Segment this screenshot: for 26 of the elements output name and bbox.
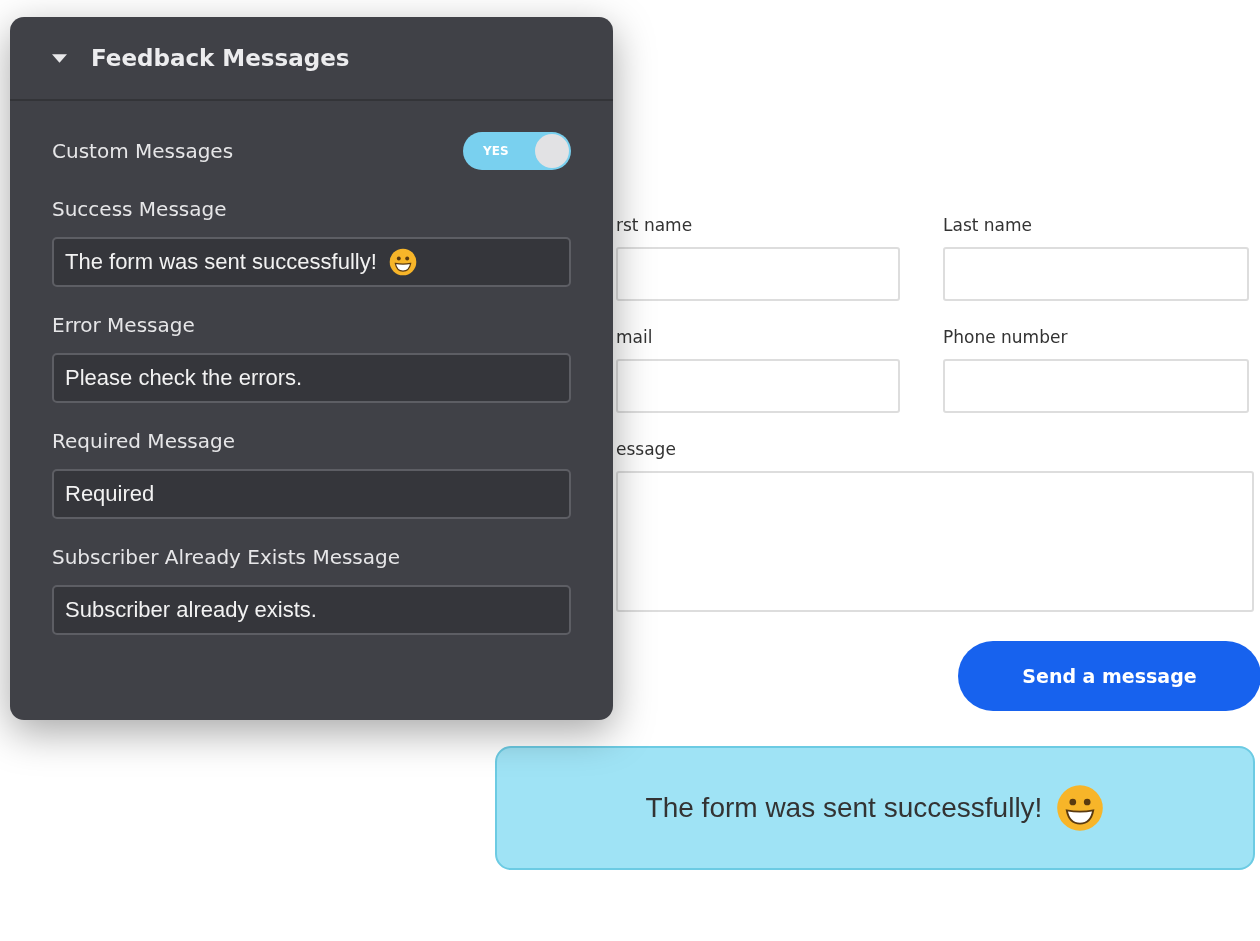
input-field[interactable]: The form was sent successfully! <box>52 237 571 287</box>
message-field[interactable] <box>616 471 1254 612</box>
input-field[interactable] <box>943 247 1249 301</box>
toast-text: The form was sent successfully! <box>645 792 1043 824</box>
smiley-icon <box>1056 784 1105 832</box>
input-field[interactable]: Required <box>52 469 571 519</box>
input-field[interactable]: Please check the errors. <box>52 353 571 403</box>
input-field[interactable] <box>616 359 900 413</box>
field-label: Subscriber Already Exists Message <box>52 545 402 569</box>
toggle-label: Custom Messages <box>52 139 234 163</box>
input-field[interactable] <box>943 359 1249 413</box>
smiley-icon <box>388 248 417 276</box>
caret-icon <box>52 53 67 63</box>
field-label: Success Message <box>52 197 228 221</box>
input-field[interactable]: Subscriber already exists. <box>52 585 571 635</box>
field-label: Last name <box>943 215 1034 237</box>
field-label: rst name <box>616 215 694 237</box>
panel-title: Feedback Messages <box>91 45 350 71</box>
field-label: Required Message <box>52 429 237 453</box>
field-label: Error Message <box>52 313 196 337</box>
field-label: mail <box>616 327 654 349</box>
section-header[interactable]: Feedback Messages <box>10 17 613 101</box>
field-label: Phone number <box>943 327 1069 349</box>
field-label: essage <box>616 439 677 461</box>
input-field[interactable] <box>616 247 900 301</box>
send-button[interactable]: Send a message <box>958 641 1260 711</box>
